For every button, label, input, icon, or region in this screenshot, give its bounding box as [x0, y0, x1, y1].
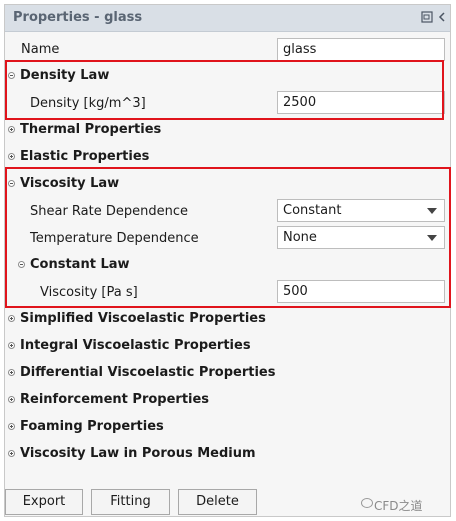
viscosity-law-header[interactable]: Viscosity Law	[5, 171, 452, 198]
section-label: Reinforcement Properties	[20, 392, 210, 407]
watermark-text: CFD之道	[374, 499, 423, 513]
expand-toggle-icon[interactable]	[8, 423, 15, 430]
expand-toggle-icon[interactable]	[8, 153, 15, 160]
shear-rate-label: Shear Rate Dependence	[30, 204, 189, 219]
density-field[interactable]: 2500	[277, 91, 445, 114]
export-button[interactable]: Export	[5, 489, 83, 515]
section-integral-viscoelastic[interactable]: Integral Viscoelastic Properties	[5, 333, 452, 360]
viscosity-law-title: Viscosity Law	[20, 176, 120, 191]
name-field[interactable]: glass	[277, 38, 445, 61]
section-simplified-viscoelastic[interactable]: Simplified Viscoelastic Properties	[5, 306, 452, 333]
temperature-label: Temperature Dependence	[30, 231, 199, 246]
fitting-button[interactable]: Fitting	[91, 489, 170, 515]
expand-toggle-icon[interactable]	[8, 396, 15, 403]
section-label: Elastic Properties	[20, 149, 150, 164]
collapse-toggle-icon[interactable]	[8, 180, 15, 187]
density-law-title: Density Law	[20, 68, 110, 83]
density-law-header[interactable]: Density Law	[5, 63, 452, 90]
viscosity-field[interactable]: 500	[277, 280, 445, 303]
section-differential-viscoelastic[interactable]: Differential Viscoelastic Properties	[5, 360, 452, 387]
expand-toggle-icon[interactable]	[8, 369, 15, 376]
collapse-toggle-icon[interactable]	[8, 72, 15, 79]
expand-toggle-icon[interactable]	[8, 342, 15, 349]
collapse-chevron-icon[interactable]	[436, 11, 448, 23]
section-label: Differential Viscoelastic Properties	[20, 365, 276, 380]
panel-titlebar: Properties - glass	[5, 5, 450, 32]
viscosity-label: Viscosity [Pa s]	[40, 285, 138, 300]
expand-toggle-icon[interactable]	[8, 315, 15, 322]
constant-law-title: Constant Law	[30, 257, 130, 272]
density-label: Density [kg/m^3]	[30, 96, 146, 111]
shear-rate-value: Constant	[283, 203, 342, 218]
temperature-select[interactable]: None	[277, 226, 445, 249]
section-label: Integral Viscoelastic Properties	[20, 338, 251, 353]
collapse-toggle-icon[interactable]	[18, 261, 25, 268]
constant-law-header[interactable]: Constant Law	[5, 252, 452, 279]
section-elastic-properties[interactable]: Elastic Properties	[5, 144, 452, 171]
section-label: Viscosity Law in Porous Medium	[20, 446, 256, 461]
name-label: Name	[21, 42, 60, 57]
section-thermal-properties[interactable]: Thermal Properties	[5, 117, 452, 144]
expand-toggle-icon[interactable]	[8, 126, 15, 133]
shear-rate-row: Shear Rate Dependence Constant	[5, 198, 452, 225]
temperature-value: None	[283, 230, 317, 245]
wechat-icon	[361, 498, 373, 508]
density-row: Density [kg/m^3] 2500	[5, 90, 452, 117]
undock-icon[interactable]	[421, 11, 433, 23]
expand-toggle-icon[interactable]	[8, 450, 15, 457]
panel-title: Properties - glass	[13, 10, 143, 25]
dropdown-arrow-icon[interactable]	[427, 208, 437, 214]
section-reinforcement[interactable]: Reinforcement Properties	[5, 387, 452, 414]
section-label: Simplified Viscoelastic Properties	[20, 311, 266, 326]
dropdown-arrow-icon[interactable]	[427, 235, 437, 241]
temperature-row: Temperature Dependence None	[5, 225, 452, 252]
shear-rate-select[interactable]: Constant	[277, 199, 445, 222]
name-row: Name glass	[5, 36, 452, 63]
delete-button[interactable]: Delete	[178, 489, 257, 515]
viscosity-row: Viscosity [Pa s] 500	[5, 279, 452, 306]
section-label: Foaming Properties	[20, 419, 164, 434]
section-label: Thermal Properties	[20, 122, 162, 137]
section-foaming[interactable]: Foaming Properties	[5, 414, 452, 441]
section-porous-medium[interactable]: Viscosity Law in Porous Medium	[5, 441, 452, 468]
properties-panel: Properties - glass Name glass Density La…	[4, 4, 451, 517]
